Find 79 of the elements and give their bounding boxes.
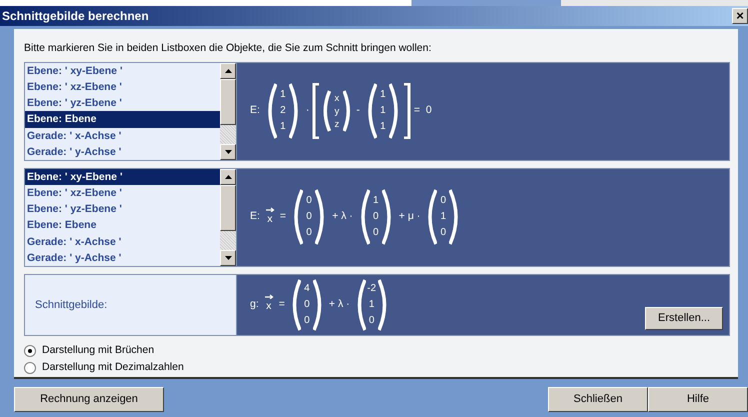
formula-text: + λ · (328, 296, 350, 312)
list-item[interactable]: Gerade: ' y-Achse ' (25, 144, 220, 160)
vector-component: 0 (305, 226, 313, 240)
vector-arrow-icon (264, 206, 275, 212)
list-item[interactable]: Gerade: ' x-Achse ' (25, 128, 220, 144)
list-item[interactable]: Gerade: ' y-Achse ' (25, 250, 220, 266)
list-item[interactable]: Ebene: ' yz-Ebene ' (25, 95, 220, 112)
formula-text: · (306, 103, 310, 118)
vector-component: 0 (440, 226, 448, 240)
vector-component: 1 (379, 120, 387, 134)
close-button[interactable]: × (732, 8, 748, 24)
scroll-up-button[interactable] (220, 168, 236, 185)
scroll-up-button[interactable] (220, 62, 236, 79)
scroll-down-button[interactable] (220, 144, 236, 160)
radio-label[interactable]: Darstellung mit Dezimalzahlen (42, 360, 184, 376)
vector-component: 1 (279, 88, 287, 102)
radio-label[interactable]: Darstellung mit Brüchen (42, 343, 154, 360)
scroll-down-button[interactable] (220, 250, 236, 266)
vector-variable: x (266, 299, 272, 314)
scrollbar[interactable] (220, 62, 236, 160)
list-item[interactable]: Ebene: ' xz-Ebene ' (25, 78, 220, 96)
create-button[interactable]: Erstellen... (645, 307, 723, 330)
formula-text: = (280, 209, 286, 224)
formula-text: E: (250, 209, 260, 224)
list-item[interactable]: Ebene: Ebene (25, 217, 220, 234)
scrollbar[interactable] (220, 168, 236, 266)
vector-component: 0 (440, 194, 448, 208)
list-item[interactable]: Ebene: ' xy-Ebene ' (25, 168, 220, 185)
vector-component: 1 (368, 298, 376, 312)
formula-text: - (356, 103, 360, 118)
vector-component: 0 (305, 210, 313, 224)
bracket (312, 83, 320, 140)
down-arrow-icon (224, 150, 232, 154)
vector-component: 0 (303, 298, 311, 312)
vector-variable: x (267, 212, 273, 227)
vector-component: 1 (279, 120, 287, 134)
list-item[interactable]: Ebene: ' xy-Ebene ' (25, 62, 220, 79)
scrollbar-thumb[interactable] (220, 78, 236, 125)
list-item[interactable]: Ebene: ' yz-Ebene ' (25, 201, 220, 218)
vector-component: y (334, 104, 340, 118)
footer-button[interactable]: Schließen (548, 387, 648, 412)
footer-button[interactable]: Rechnung anzeigen (14, 387, 164, 412)
vector-component: x (334, 92, 340, 105)
window-title: Schnittgebilde berechnen (2, 8, 149, 25)
vector-component: 4 (303, 282, 311, 296)
formula-text: g: (250, 296, 259, 312)
bracket (402, 83, 411, 140)
footer-button[interactable]: Hilfe (648, 387, 748, 412)
list-box[interactable]: Ebene: ' xy-Ebene ' Ebene: ' xz-Ebene ' Ebene: ' yz-Ebene ' Ebene: Ebene Gerade: ' x-Achse ' Gerade: ' y-Achse ' (25, 62, 237, 160)
list-item[interactable]: Ebene: ' xz-Ebene ' (25, 184, 220, 202)
vector-component: 0 (368, 314, 376, 328)
vector-component: 1 (372, 194, 380, 208)
vector-component: z (334, 118, 340, 131)
vector-component: 0 (305, 194, 313, 208)
up-arrow-icon (224, 174, 232, 179)
vector-component: 0 (372, 226, 380, 240)
scrollbar-thumb[interactable] (220, 184, 236, 231)
formula-text: = (278, 296, 285, 312)
radio-button[interactable] (24, 362, 36, 374)
formula-text: + μ · (398, 209, 420, 224)
result-label: Schnittgebilde: (25, 274, 237, 335)
list-item[interactable]: Gerade: ' x-Achse ' (25, 234, 220, 250)
vector-component: 1 (379, 88, 387, 102)
vector-component: 0 (372, 210, 380, 224)
formula-text: + λ · (332, 209, 353, 224)
up-arrow-icon (224, 68, 232, 73)
vector-component: 1 (440, 210, 448, 224)
list-box[interactable]: Ebene: ' xy-Ebene ' Ebene: ' xz-Ebene ' Ebene: ' yz-Ebene ' Ebene: Ebene Gerade: ' x-Achse ' Gerade: ' y-Achse ' (25, 168, 237, 266)
vector-component: 2 (279, 104, 287, 118)
vector-arrow-icon (264, 294, 274, 300)
list-item[interactable]: Ebene: Ebene (25, 111, 220, 128)
vector-component: 1 (379, 104, 387, 118)
vector-component: -2 (366, 282, 378, 296)
vector-component: 0 (303, 314, 311, 328)
instruction-text: Bitte markieren Sie in beiden Listboxen die Objekte, die Sie zum Schnitt bringen wollen: (24, 41, 432, 56)
radio-button[interactable] (24, 345, 36, 358)
formula-text: E: (250, 103, 260, 118)
formula-text: = 0 (414, 103, 432, 118)
down-arrow-icon (224, 256, 232, 260)
